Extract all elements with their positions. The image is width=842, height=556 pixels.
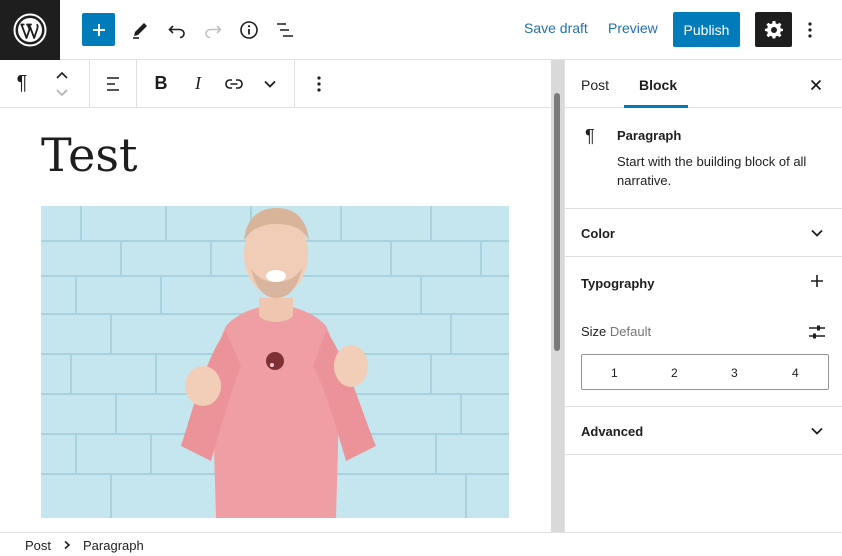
wordpress-logo[interactable] — [0, 0, 60, 60]
close-sidebar-button[interactable] — [805, 74, 827, 96]
more-rich-text-button[interactable] — [260, 60, 280, 107]
typography-options-button[interactable] — [805, 269, 829, 293]
typography-panel-title: Typography — [581, 276, 655, 291]
undo-icon — [168, 25, 185, 39]
preview-button[interactable]: Preview — [608, 20, 658, 36]
more-vertical-icon — [808, 22, 812, 38]
wordpress-logo-icon — [13, 13, 47, 47]
plus-icon — [811, 275, 823, 287]
redo-icon — [205, 25, 222, 39]
breadcrumb: Post Paragraph — [0, 532, 842, 556]
tools-button[interactable] — [122, 12, 158, 48]
block-card: ¶ Paragraph Start with the building bloc… — [565, 108, 842, 209]
block-card-description: Start with the building block of all nar… — [617, 154, 807, 188]
italic-button[interactable]: I — [188, 60, 208, 107]
settings-sliders-icon — [809, 325, 825, 339]
breadcrumb-separator-icon — [63, 538, 71, 553]
redo-button[interactable] — [195, 12, 231, 48]
plus-icon — [92, 23, 105, 36]
italic-icon: I — [195, 73, 201, 93]
close-icon — [810, 79, 822, 91]
settings-button[interactable] — [755, 12, 792, 47]
editor-canvas: Test — [0, 108, 551, 532]
publish-button[interactable]: Publish — [673, 12, 740, 47]
gear-icon — [764, 20, 783, 39]
link-button[interactable] — [222, 60, 246, 107]
save-draft-button[interactable]: Save draft — [524, 20, 588, 36]
undo-button[interactable] — [159, 12, 195, 48]
advanced-panel[interactable]: Advanced — [565, 407, 842, 455]
tab-block[interactable]: Block — [639, 77, 677, 93]
font-size-option-3[interactable]: 3 — [731, 366, 738, 380]
color-panel-title: Color — [581, 226, 615, 241]
advanced-panel-title: Advanced — [581, 424, 644, 439]
list-view-icon — [277, 23, 293, 37]
font-size-label: Size Default — [581, 324, 651, 339]
font-size-current-value: Default — [609, 324, 652, 339]
move-up-down-icon — [56, 71, 68, 96]
info-icon — [240, 21, 258, 39]
block-options-button[interactable] — [309, 60, 329, 107]
sidebar-tabs: Post Block — [565, 60, 842, 108]
image-block[interactable] — [41, 206, 509, 518]
font-size-option-2[interactable]: 2 — [671, 366, 678, 380]
font-size-label-text: Size — [581, 324, 607, 339]
block-type-button[interactable]: ¶ — [10, 60, 34, 107]
chevron-down-icon — [811, 229, 823, 237]
pencil-icon — [133, 23, 147, 39]
settings-sidebar: Post Block ¶ Paragraph Start with the bu… — [564, 60, 842, 532]
options-menu-button[interactable] — [792, 12, 828, 48]
more-vertical-icon — [317, 75, 321, 92]
link-icon — [225, 78, 243, 89]
details-button[interactable] — [231, 12, 267, 48]
color-panel[interactable]: Color — [565, 209, 842, 257]
breadcrumb-item-paragraph[interactable]: Paragraph — [83, 538, 144, 553]
align-left-icon — [107, 76, 119, 91]
block-toolbar: ¶ B I — [0, 60, 551, 108]
list-view-button[interactable] — [267, 12, 303, 48]
image-content — [41, 206, 509, 518]
breadcrumb-item-post[interactable]: Post — [25, 538, 51, 553]
advanced-panel-toggle[interactable] — [805, 419, 829, 443]
font-size-option-4[interactable]: 4 — [792, 366, 799, 380]
post-title[interactable]: Test — [41, 128, 137, 182]
chevron-down-icon — [811, 427, 823, 435]
color-panel-toggle[interactable] — [805, 221, 829, 245]
block-card-title: Paragraph — [617, 128, 682, 143]
align-button[interactable] — [100, 60, 126, 107]
font-size-option-1[interactable]: 1 — [611, 366, 618, 380]
add-block-button[interactable] — [82, 13, 115, 46]
custom-size-button[interactable] — [805, 320, 829, 344]
move-block-button[interactable] — [50, 60, 74, 107]
tab-post[interactable]: Post — [581, 77, 609, 93]
paragraph-icon: ¶ — [16, 72, 28, 94]
paragraph-icon: ¶ — [585, 126, 595, 146]
chevron-down-icon — [264, 80, 276, 88]
editor-scrollbar-thumb[interactable] — [554, 93, 560, 351]
editor-header: Save draft Preview Publish — [0, 0, 842, 60]
bold-button[interactable]: B — [150, 60, 172, 107]
font-size-picker[interactable]: 1 2 3 4 — [581, 354, 829, 390]
bold-icon: B — [154, 73, 168, 93]
